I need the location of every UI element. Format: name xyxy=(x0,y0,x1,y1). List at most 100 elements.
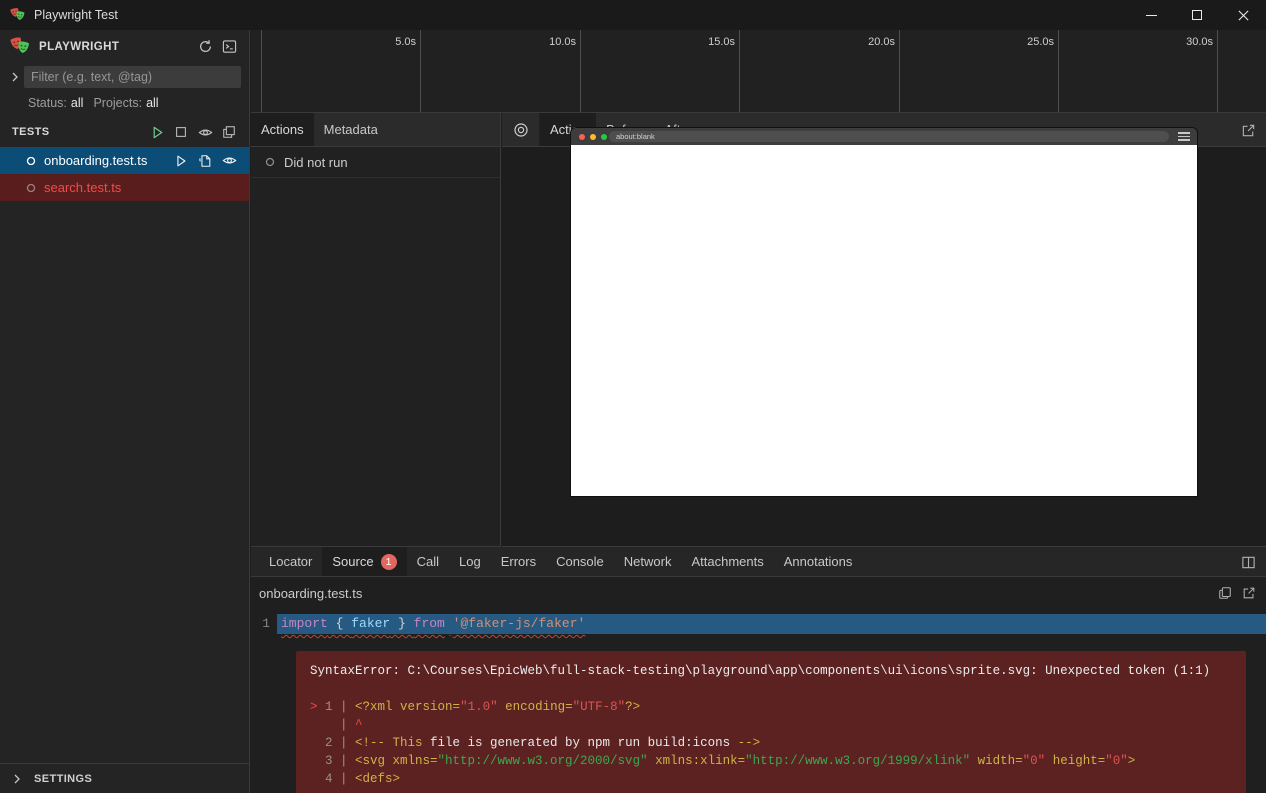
code-token: encoding= xyxy=(498,700,573,714)
traffic-lights xyxy=(579,134,607,140)
open-source-button[interactable] xyxy=(193,150,217,172)
browser-address-bar: about:blank xyxy=(609,131,1169,142)
test-file-name: search.test.ts xyxy=(44,180,241,195)
playwright-masks-icon xyxy=(10,36,31,57)
trace-timeline[interactable]: 5.0s 10.0s 15.0s 20.0s 25.0s 30.0s xyxy=(251,30,1266,113)
tab-network[interactable]: Network xyxy=(614,547,682,576)
tab-metadata[interactable]: Metadata xyxy=(314,113,388,146)
timeline-tick: 30.0s xyxy=(1163,36,1213,48)
collapse-all-button[interactable] xyxy=(217,121,241,143)
tab-source[interactable]: Source 1 xyxy=(322,547,406,576)
minimize-button[interactable] xyxy=(1128,0,1174,30)
split-view-icon xyxy=(1241,555,1256,570)
code-token: } xyxy=(390,616,413,631)
timeline-tick: 5.0s xyxy=(366,36,416,48)
browser-titlebar: about:blank xyxy=(571,128,1197,145)
code-token: from xyxy=(414,616,445,631)
code-token: --> xyxy=(738,736,761,750)
code-token: <defs> xyxy=(355,772,400,786)
source-file-bar: onboarding.test.ts xyxy=(251,577,1266,609)
timeline-tick: 15.0s xyxy=(685,36,735,48)
timeline-tick: 25.0s xyxy=(1004,36,1054,48)
tab-console[interactable]: Console xyxy=(546,547,614,576)
action-list-item-did-not-run[interactable]: Did not run xyxy=(251,147,500,178)
stop-button[interactable] xyxy=(169,121,193,143)
maximize-button[interactable] xyxy=(1174,0,1220,30)
status-circle-icon xyxy=(265,157,275,167)
terminal-icon xyxy=(222,39,237,54)
code-token: 1 | xyxy=(318,700,356,714)
maximize-icon xyxy=(1192,10,1202,20)
reload-button[interactable] xyxy=(193,36,217,58)
error-frame-line: 3 | <svg xmlns="http://www.w3.org/2000/s… xyxy=(310,752,1232,770)
code-token: 2 | xyxy=(310,736,355,750)
run-test-button[interactable] xyxy=(169,150,193,172)
settings-section[interactable]: SETTINGS xyxy=(0,763,249,793)
tab-errors[interactable]: Errors xyxy=(491,547,546,576)
test-item-onboarding[interactable]: onboarding.test.ts xyxy=(0,147,249,174)
tab-call[interactable]: Call xyxy=(407,547,449,576)
snapshot-page-body[interactable] xyxy=(571,145,1197,496)
timeline-gridline xyxy=(580,30,581,112)
tests-section-header: TESTS xyxy=(0,117,249,147)
eye-icon xyxy=(222,153,237,168)
error-frame-line: 2 | <!-- This file is generated by npm r… xyxy=(310,734,1232,752)
sidebar-header: PLAYWRIGHT xyxy=(0,30,249,63)
code-token: faker xyxy=(351,616,390,631)
stack-icon xyxy=(222,125,236,139)
reload-icon xyxy=(198,39,213,54)
tab-log[interactable]: Log xyxy=(449,547,491,576)
expand-chevron-icon[interactable] xyxy=(6,71,24,83)
code-token: "0" xyxy=(1105,754,1128,768)
tab-locator[interactable]: Locator xyxy=(259,547,322,576)
toggle-layout-button[interactable] xyxy=(1241,555,1256,570)
error-frame-line: 4 | <defs> xyxy=(310,770,1232,788)
watch-all-button[interactable] xyxy=(193,121,217,143)
details-tab-strip: Locator Source 1 Call Log Errors Console… xyxy=(251,547,1266,577)
chevron-right-icon xyxy=(8,773,26,785)
close-icon xyxy=(1237,9,1250,22)
open-in-editor-button[interactable] xyxy=(1242,586,1256,600)
test-item-search[interactable]: search.test.ts xyxy=(0,174,249,201)
tab-actions[interactable]: Actions xyxy=(251,113,314,146)
pick-locator-button[interactable] xyxy=(502,113,540,146)
code-token: <!-- This xyxy=(355,736,423,750)
copy-source-button[interactable] xyxy=(1218,586,1232,600)
window-titlebar: Playwright Test xyxy=(0,0,1266,30)
code-token: > xyxy=(1128,754,1136,768)
code-token: "UTF-8" xyxy=(573,700,626,714)
timeline-tick: 10.0s xyxy=(526,36,576,48)
filter-row xyxy=(0,63,249,91)
snapshot-pane: Action Before After about:blank xyxy=(502,113,1266,547)
test-file-name: onboarding.test.ts xyxy=(44,153,169,168)
source-viewer: 1 import { faker } from '@faker-js/faker… xyxy=(251,609,1266,793)
code-token: "1.0" xyxy=(460,700,498,714)
tab-annotations[interactable]: Annotations xyxy=(774,547,863,576)
code-token: 4 | xyxy=(310,772,355,786)
filter-input[interactable] xyxy=(24,66,241,88)
timeline-gridline xyxy=(1217,30,1218,112)
code-token: width= xyxy=(970,754,1023,768)
code-token: "http://www.w3.org/1999/xlink" xyxy=(745,754,970,768)
code-token: ?> xyxy=(625,700,640,714)
open-snapshot-external-button[interactable] xyxy=(1241,123,1256,138)
window-controls xyxy=(1128,0,1266,30)
source-code-highlighted-line: import { faker } from '@faker-js/faker' xyxy=(277,614,1266,634)
code-token: file is generated by npm run build:icons xyxy=(423,736,738,750)
code-token: height= xyxy=(1045,754,1105,768)
status-value: all xyxy=(71,96,84,110)
source-file-name: onboarding.test.ts xyxy=(259,586,362,601)
timeline-tick: 20.0s xyxy=(845,36,895,48)
timeline-gridline xyxy=(739,30,740,112)
window-title: Playwright Test xyxy=(34,8,118,22)
eye-icon xyxy=(198,125,213,140)
settings-label: SETTINGS xyxy=(34,773,92,785)
terminal-button[interactable] xyxy=(217,36,241,58)
run-all-button[interactable] xyxy=(145,121,169,143)
watch-test-button[interactable] xyxy=(217,150,241,172)
playwright-logo-icon xyxy=(10,7,26,23)
tab-attachments[interactable]: Attachments xyxy=(681,547,773,576)
close-button[interactable] xyxy=(1220,0,1266,30)
browser-url: about:blank xyxy=(616,131,655,142)
play-icon xyxy=(174,154,188,168)
